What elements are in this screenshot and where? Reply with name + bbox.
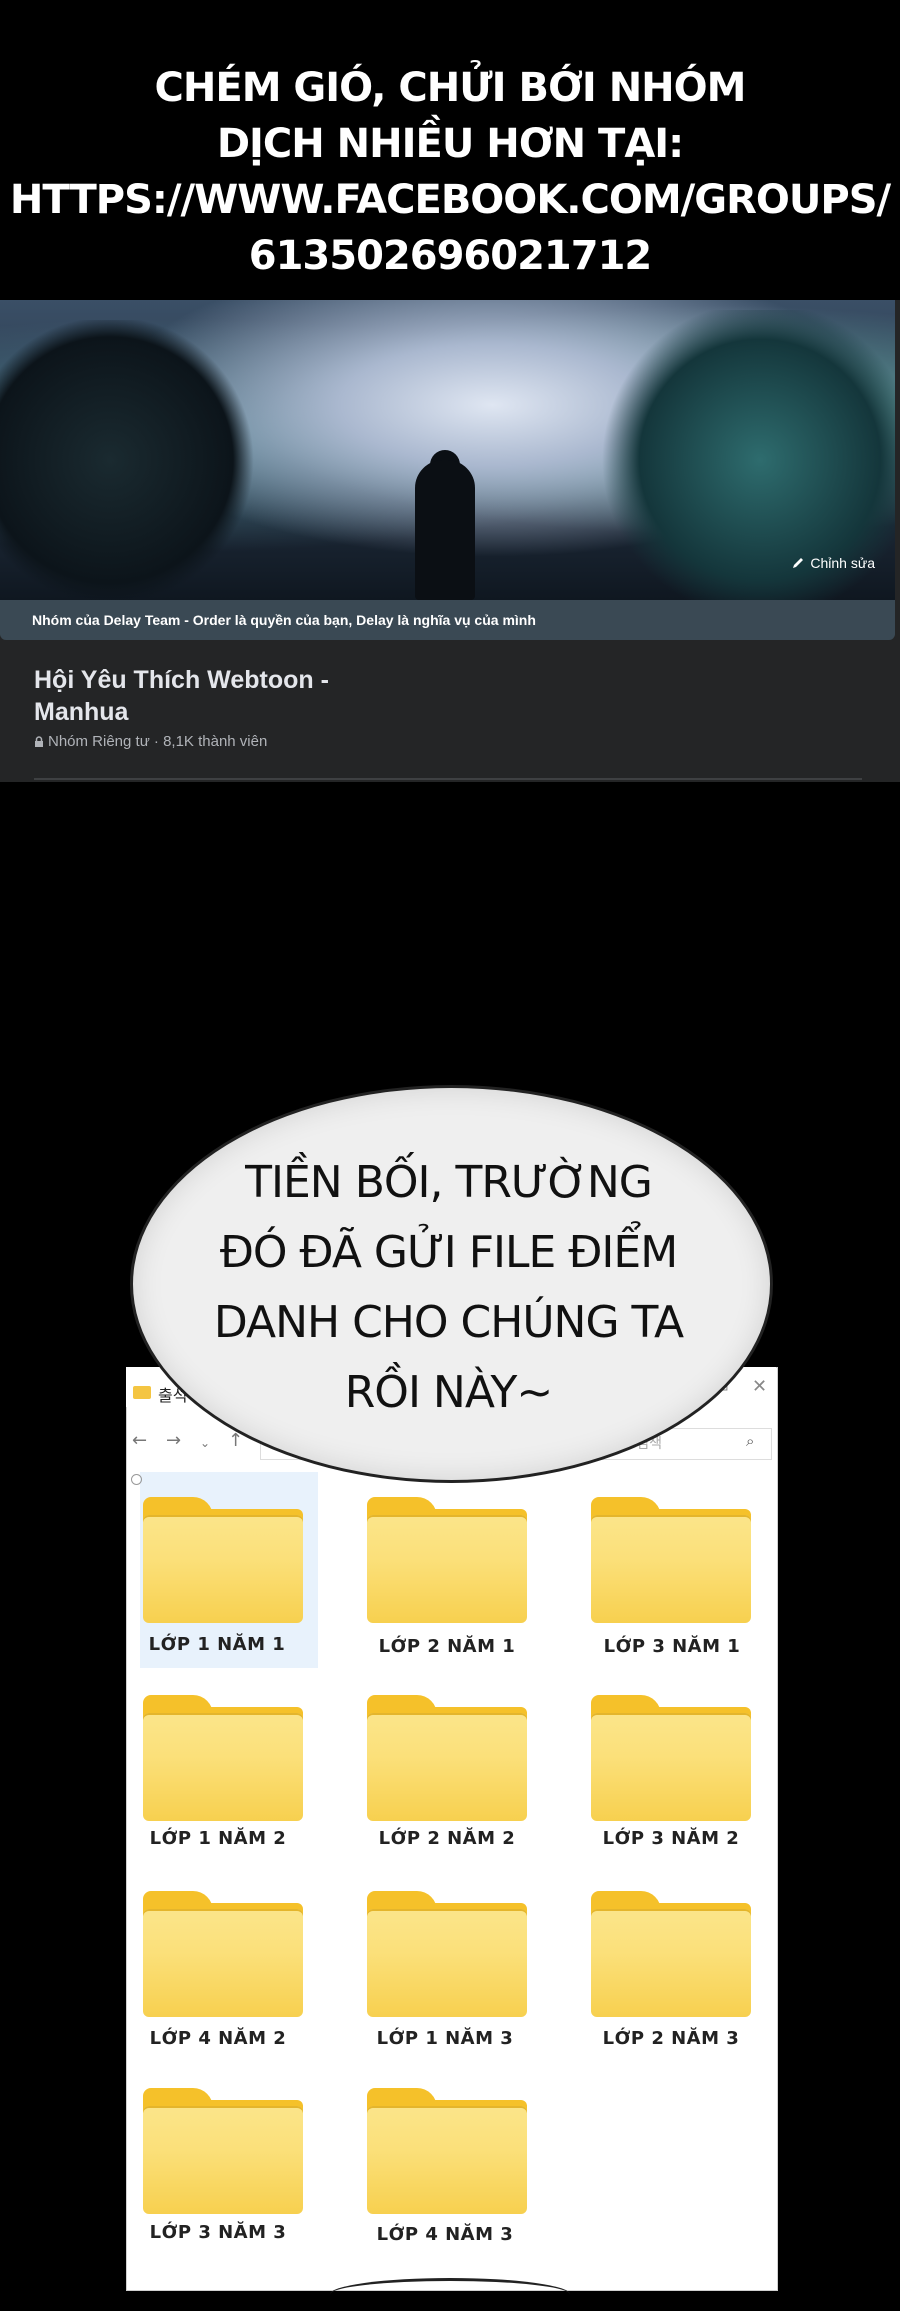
promo-line: CHÉM GIÓ, CHỬI BỚI NHÓM	[154, 65, 747, 111]
group-description: Nhóm của Delay Team - Order là quyền của…	[32, 612, 536, 628]
promo-line: DỊCH NHIỀU HƠN TẠI:	[216, 121, 684, 167]
folder-icon	[133, 1386, 151, 1399]
edit-cover-label: Chỉnh sửa	[810, 555, 875, 571]
folder-label[interactable]: LỚP 3 NĂM 2	[576, 1828, 766, 1849]
group-meta: Nhóm Riêng tư · 8,1K thành viên	[34, 733, 267, 750]
folder-label[interactable]: LỚP 3 NĂM 3	[123, 2222, 313, 2243]
folder-label[interactable]: LỚP 1 NĂM 1	[122, 1634, 312, 1655]
speech-line: ĐÓ ĐÃ GỬI FILE ĐIỂM	[219, 1227, 678, 1278]
folder-icon[interactable]	[591, 1891, 751, 2017]
back-arrow-icon[interactable]: ←	[132, 1430, 147, 1451]
lock-icon	[35, 736, 43, 747]
folder-label[interactable]: LỚP 2 NĂM 3	[576, 2028, 766, 2049]
folder-label[interactable]: LỚP 1 NĂM 2	[123, 1828, 313, 1849]
speech-line: TIỀN BỐI, TRƯỜNG	[245, 1157, 653, 1208]
folder-label[interactable]: LỚP 3 NĂM 1	[577, 1636, 767, 1657]
group-name[interactable]: Hội Yêu Thích Webtoon - Manhua	[34, 664, 329, 728]
folder-icon[interactable]	[143, 1497, 303, 1623]
promo-line: HTTPS://WWW.FACEBOOK.COM/GROUPS/	[9, 177, 891, 223]
folder-label[interactable]: LỚP 1 NĂM 3	[350, 2028, 540, 2049]
promo-line: 613502696021712	[248, 233, 652, 279]
folder-icon[interactable]	[367, 1695, 527, 1821]
folder-label[interactable]: LỚP 4 NĂM 3	[350, 2224, 540, 2245]
forward-arrow-icon[interactable]: →	[166, 1430, 181, 1451]
speech-line: RỒI NÀY~	[344, 1367, 554, 1418]
edit-cover-button[interactable]: Chỉnh sửa	[791, 555, 875, 571]
speech-line: DANH CHO CHÚNG TA	[213, 1297, 684, 1348]
search-icon[interactable]: ⌕	[746, 1432, 754, 1450]
group-cover-image: Chỉnh sửa	[0, 300, 895, 600]
folder-icon[interactable]	[367, 1497, 527, 1623]
folder-icon[interactable]	[591, 1695, 751, 1821]
folder-icon[interactable]	[143, 1695, 303, 1821]
promo-text: CHÉM GIÓ, CHỬI BỚI NHÓM DỊCH NHIỀU HƠN T…	[0, 60, 900, 284]
select-checkbox[interactable]	[131, 1474, 142, 1485]
folder-icon[interactable]	[143, 2088, 303, 2214]
folder-label[interactable]: LỚP 4 NĂM 2	[123, 2028, 313, 2049]
folder-label[interactable]: LỚP 2 NĂM 2	[352, 1828, 542, 1849]
folder-icon[interactable]	[367, 2088, 527, 2214]
folder-icon[interactable]	[591, 1497, 751, 1623]
divider	[34, 778, 862, 780]
group-meta-text: Nhóm Riêng tư · 8,1K thành viên	[48, 733, 268, 750]
folder-icon[interactable]	[367, 1891, 527, 2017]
chevron-down-icon[interactable]: ⌄	[200, 1436, 210, 1450]
next-bubble-edge	[330, 2278, 570, 2311]
pencil-icon	[793, 558, 804, 568]
folder-icon[interactable]	[143, 1891, 303, 2017]
speech-bubble-text: TIỀN BỐI, TRƯỜNG ĐÓ ĐÃ GỬI FILE ĐIỂM DAN…	[160, 1148, 737, 1428]
close-icon[interactable]: ✕	[752, 1376, 767, 1397]
folder-label[interactable]: LỚP 2 NĂM 1	[352, 1636, 542, 1657]
